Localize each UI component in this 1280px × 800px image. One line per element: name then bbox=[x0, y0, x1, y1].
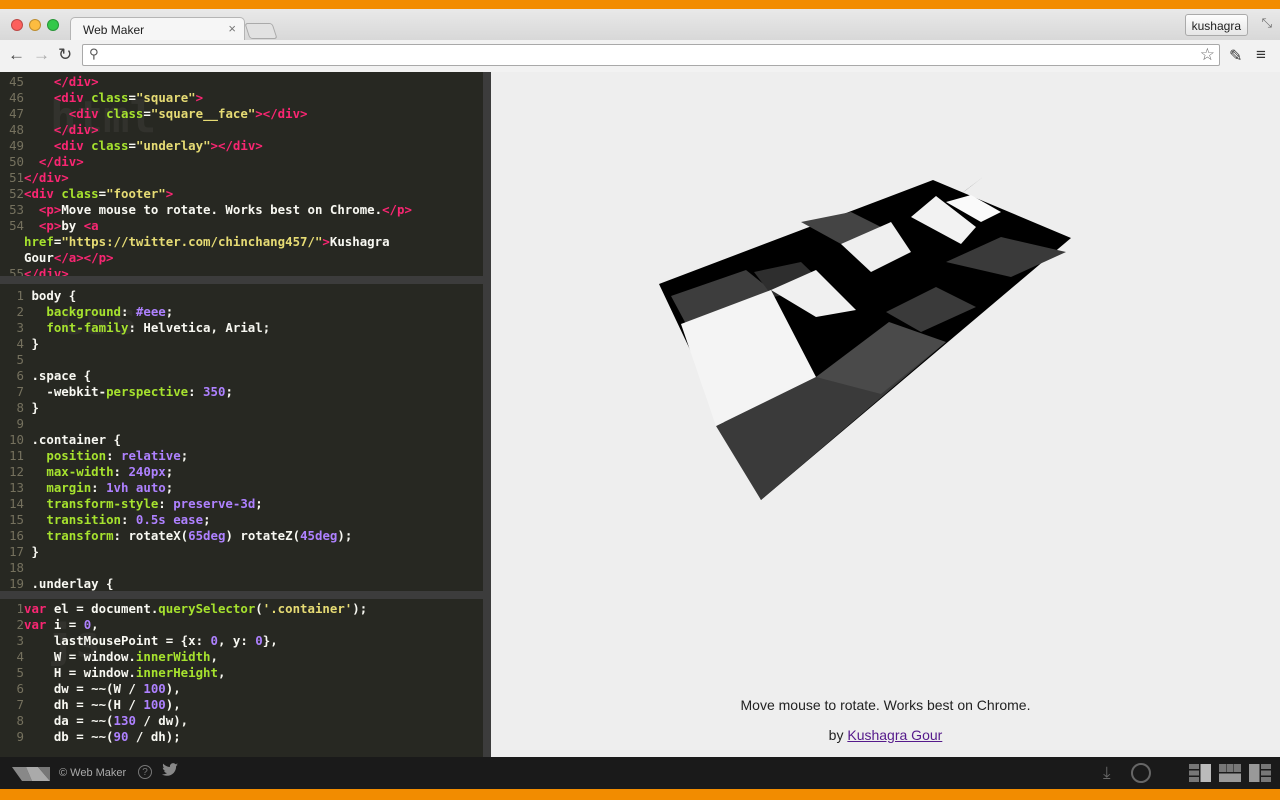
html-code[interactable]: 45 </div> 46 <div class="square"> 47 <di… bbox=[0, 74, 412, 276]
preview-footer-line1: Move mouse to rotate. Works best on Chro… bbox=[740, 697, 1031, 713]
app-window: Web Maker × kushagra ⤡ ← → ↻ ⚲ ☆ ✎ ≡ htm… bbox=[0, 0, 1280, 800]
js-editor[interactable]: js 1var el = document.querySelector('.co… bbox=[0, 599, 483, 757]
profile-button[interactable]: kushagra bbox=[1184, 14, 1248, 36]
forward-icon[interactable]: → bbox=[33, 45, 50, 65]
author-link[interactable]: Kushagra Gour bbox=[847, 727, 942, 743]
codepen-icon[interactable] bbox=[1131, 763, 1151, 783]
back-icon[interactable]: ← bbox=[8, 45, 25, 65]
bottom-accent-bar bbox=[0, 789, 1280, 800]
html-editor[interactable]: html 45 </div> 46 <div class="square"> 4… bbox=[0, 72, 483, 276]
browser-toolbar: ← → ↻ ⚲ ☆ ✎ ≡ bbox=[0, 40, 1280, 73]
tab-title: Web Maker bbox=[83, 23, 145, 37]
css-code[interactable]: 1 body { 2 background: #eee; 3 font-fami… bbox=[0, 288, 352, 591]
preview-footer-line2: by Kushagra Gour bbox=[491, 727, 1280, 743]
preview-panel[interactable]: Move mouse to rotate. Works best on Chro… bbox=[491, 72, 1280, 757]
download-icon[interactable]: ⤓ bbox=[1103, 763, 1111, 783]
search-icon: ⚲ bbox=[89, 46, 99, 61]
editors-panel: html 45 </div> 46 <div class="square"> 4… bbox=[0, 72, 491, 757]
bookmark-star-icon[interactable]: ☆ bbox=[1200, 45, 1215, 65]
menu-icon[interactable]: ≡ bbox=[1256, 45, 1266, 65]
new-tab-button[interactable] bbox=[244, 23, 278, 39]
minimize-window-button[interactable] bbox=[29, 19, 41, 31]
app-footer: © Web Maker ? ⤓ bbox=[0, 757, 1280, 789]
scene-tile bbox=[961, 177, 983, 194]
pane-divider[interactable] bbox=[0, 591, 483, 599]
twitter-icon[interactable] bbox=[162, 763, 178, 781]
browser-tab-web-maker[interactable]: Web Maker × bbox=[70, 17, 245, 41]
layout-2-icon[interactable] bbox=[1219, 764, 1241, 782]
fullscreen-icon[interactable]: ⤡ bbox=[1262, 15, 1272, 31]
editor-preview-splitter[interactable] bbox=[483, 72, 491, 757]
help-icon[interactable]: ? bbox=[138, 765, 152, 779]
rotated-squares-scene bbox=[659, 177, 1071, 500]
zoom-window-button[interactable] bbox=[47, 19, 59, 31]
tab-strip: Web Maker × kushagra ⤡ bbox=[0, 9, 1280, 41]
web-maker-logo-icon[interactable] bbox=[12, 765, 52, 783]
preview-footer-by: by bbox=[828, 727, 848, 743]
js-code[interactable]: 1var el = document.querySelector('.conta… bbox=[0, 601, 368, 745]
pane-divider[interactable] bbox=[0, 276, 483, 284]
address-bar[interactable]: ⚲ ☆ bbox=[82, 44, 1220, 66]
brand-text[interactable]: © Web Maker bbox=[59, 767, 126, 779]
tab-close-icon[interactable]: × bbox=[228, 21, 236, 36]
css-editor[interactable]: css 1 body { 2 background: #eee; 3 font-… bbox=[0, 284, 483, 591]
close-window-button[interactable] bbox=[11, 19, 23, 31]
top-accent-bar bbox=[0, 0, 1280, 9]
reload-icon[interactable]: ↻ bbox=[58, 45, 72, 65]
extension-icon[interactable]: ✎ bbox=[1229, 46, 1242, 66]
layout-1-icon[interactable] bbox=[1189, 764, 1211, 782]
layout-3-icon[interactable] bbox=[1249, 764, 1271, 782]
